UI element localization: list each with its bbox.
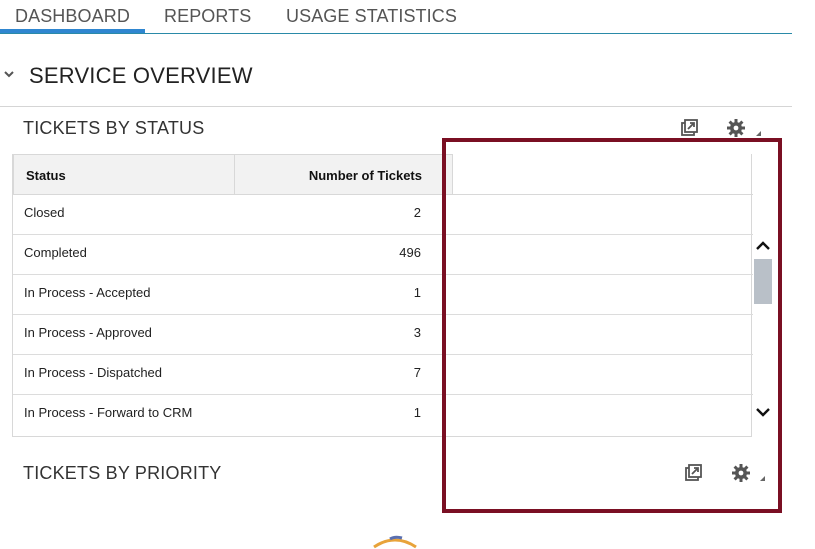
- resize-handle[interactable]: [756, 131, 761, 136]
- tab-bar: DASHBOARD REPORTS USAGE STATISTICS: [0, 0, 792, 34]
- count-cell: 496: [399, 245, 421, 260]
- table-header: Status Number of Tickets: [13, 154, 453, 195]
- status-cell: Closed: [24, 205, 65, 220]
- tab-dashboard[interactable]: DASHBOARD: [15, 6, 130, 27]
- chevron-down-icon[interactable]: [2, 66, 16, 82]
- status-cell: In Process - Accepted: [24, 285, 151, 300]
- status-cell: In Process - Dispatched: [24, 365, 163, 380]
- count-cell: 2: [413, 205, 421, 220]
- active-tab-indicator: [0, 29, 145, 33]
- count-cell: 3: [413, 325, 421, 340]
- divider: [0, 106, 792, 107]
- section-title: SERVICE OVERVIEW: [29, 63, 253, 88]
- status-cell: In Process - Forward to CRM: [24, 405, 193, 420]
- count-cell: 7: [413, 365, 421, 380]
- tab-reports[interactable]: REPORTS: [164, 6, 251, 27]
- count-cell: 1: [413, 285, 421, 300]
- maximize-icon[interactable]: [679, 118, 699, 138]
- highlight-box: [442, 138, 782, 513]
- priority-chart-partial: [372, 533, 418, 549]
- column-header-status[interactable]: Status: [26, 168, 66, 183]
- status-cell: In Process - Approved: [24, 325, 152, 340]
- status-cell: Completed: [24, 245, 87, 260]
- count-cell: 1: [413, 405, 421, 420]
- gear-icon[interactable]: [726, 118, 746, 138]
- tab-usage-statistics[interactable]: USAGE STATISTICS: [286, 6, 457, 27]
- column-divider: [234, 155, 235, 195]
- widget-title-tickets-by-priority: TICKETS BY PRIORITY: [23, 463, 222, 483]
- column-header-number-of-tickets[interactable]: Number of Tickets: [309, 168, 422, 183]
- widget-title-tickets-by-status: TICKETS BY STATUS: [23, 118, 205, 138]
